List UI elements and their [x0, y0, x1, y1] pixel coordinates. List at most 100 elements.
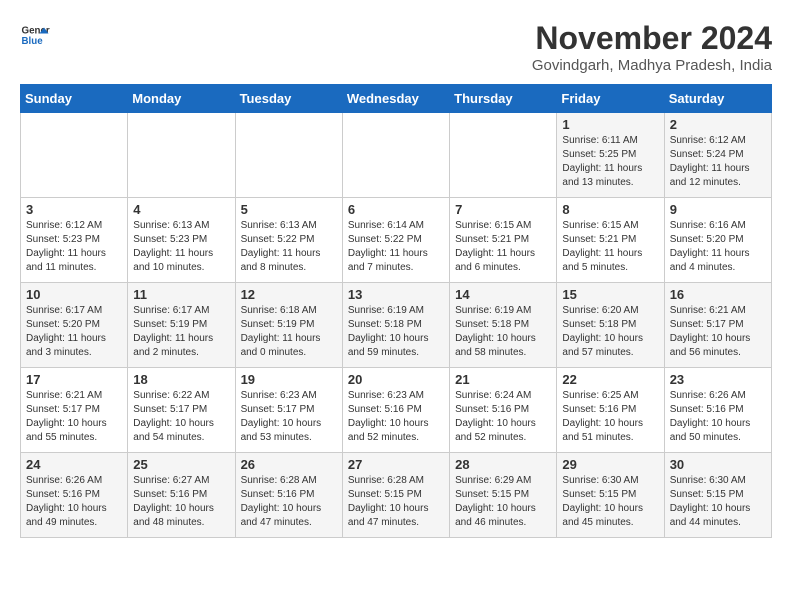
week-row-3: 10 Sunrise: 6:17 AM Sunset: 5:20 PM Dayli… [21, 283, 772, 368]
day-info: Sunrise: 6:19 AM Sunset: 5:18 PM Dayligh… [348, 304, 444, 360]
day-info: Sunrise: 6:18 AM Sunset: 5:19 PM Dayligh… [241, 304, 337, 360]
calendar-table: SundayMondayTuesdayWednesdayThursdayFrid… [20, 84, 772, 538]
day-cell: 2Sunrise: 6:12 AM Sunset: 5:24 PM Daylig… [664, 113, 771, 198]
day-info: Sunrise: 6:17 AM Sunset: 5:19 PM Dayligh… [133, 304, 229, 360]
day-cell: 14Sunrise: 6:19 AM Sunset: 5:18 PM Dayli… [450, 283, 557, 368]
day-info: Sunrise: 6:30 AM Sunset: 5:15 PM Dayligh… [562, 474, 658, 530]
day-cell: 15 Sunrise: 6:20 AM Sunset: 5:18 PM Dayli… [557, 283, 664, 368]
header-cell-wednesday: Wednesday [342, 85, 449, 113]
day-info: Sunrise: 6:15 AM Sunset: 5:21 PM Dayligh… [455, 219, 551, 275]
day-cell: 22Sunrise: 6:25 AM Sunset: 5:16 PM Dayli… [557, 368, 664, 453]
header-cell-thursday: Thursday [450, 85, 557, 113]
svg-text:Blue: Blue [22, 36, 44, 47]
day-cell [342, 113, 449, 198]
day-number: 21 [455, 372, 551, 387]
day-cell: 26 Sunrise: 6:28 AM Sunset: 5:16 PM Dayli… [235, 453, 342, 538]
day-number: 18 [133, 372, 229, 387]
day-number: 11 [133, 287, 229, 302]
day-cell: 12 Sunrise: 6:18 AM Sunset: 5:19 PM Dayli… [235, 283, 342, 368]
day-cell [21, 113, 128, 198]
day-info: Sunrise: 6:16 AM Sunset: 5:20 PM Dayligh… [670, 219, 766, 275]
day-number: 2 [670, 117, 766, 132]
day-info: Sunrise: 6:19 AM Sunset: 5:18 PM Dayligh… [455, 304, 551, 360]
day-number: 13 [348, 287, 444, 302]
day-cell: 1 Sunrise: 6:11 AM Sunset: 5:25 PM Daylig… [557, 113, 664, 198]
calendar-subtitle: Govindgarh, Madhya Pradesh, India [532, 57, 772, 74]
logo: General Blue [20, 20, 50, 50]
day-number: 10 [26, 287, 122, 302]
day-number: 4 [133, 202, 229, 217]
day-cell: 9Sunrise: 6:16 AM Sunset: 5:20 PM Daylig… [664, 198, 771, 283]
calendar-title: November 2024 [532, 20, 772, 57]
day-info: Sunrise: 6:30 AM Sunset: 5:15 PM Dayligh… [670, 474, 766, 530]
day-number: 29 [562, 457, 658, 472]
day-info: Sunrise: 6:21 AM Sunset: 5:17 PM Dayligh… [670, 304, 766, 360]
day-number: 1 [562, 117, 658, 132]
day-number: 25 [133, 457, 229, 472]
day-cell: 21Sunrise: 6:24 AM Sunset: 5:16 PM Dayli… [450, 368, 557, 453]
week-row-1: 1 Sunrise: 6:11 AM Sunset: 5:25 PM Daylig… [21, 113, 772, 198]
day-cell: 24 Sunrise: 6:26 AM Sunset: 5:16 PM Dayli… [21, 453, 128, 538]
day-cell: 16 Sunrise: 6:21 AM Sunset: 5:17 PM Dayli… [664, 283, 771, 368]
day-info: Sunrise: 6:28 AM Sunset: 5:16 PM Dayligh… [241, 474, 337, 530]
day-cell: 10 Sunrise: 6:17 AM Sunset: 5:20 PM Dayli… [21, 283, 128, 368]
day-cell: 17Sunrise: 6:21 AM Sunset: 5:17 PM Dayli… [21, 368, 128, 453]
day-cell: 28 Sunrise: 6:29 AM Sunset: 5:15 PM Dayli… [450, 453, 557, 538]
day-info: Sunrise: 6:20 AM Sunset: 5:18 PM Dayligh… [562, 304, 658, 360]
day-info: Sunrise: 6:14 AM Sunset: 5:22 PM Dayligh… [348, 219, 444, 275]
day-cell: 5Sunrise: 6:13 AM Sunset: 5:22 PM Daylig… [235, 198, 342, 283]
week-row-5: 24 Sunrise: 6:26 AM Sunset: 5:16 PM Dayli… [21, 453, 772, 538]
title-block: November 2024 Govindgarh, Madhya Pradesh… [532, 20, 772, 74]
day-cell [450, 113, 557, 198]
day-number: 27 [348, 457, 444, 472]
header-cell-tuesday: Tuesday [235, 85, 342, 113]
day-info: Sunrise: 6:23 AM Sunset: 5:17 PM Dayligh… [241, 389, 337, 445]
day-cell: 18 Sunrise: 6:22 AM Sunset: 5:17 PM Dayli… [128, 368, 235, 453]
week-row-2: 3 Sunrise: 6:12 AM Sunset: 5:23 PM Daylig… [21, 198, 772, 283]
day-number: 30 [670, 457, 766, 472]
day-number: 17 [26, 372, 122, 387]
day-info: Sunrise: 6:26 AM Sunset: 5:16 PM Dayligh… [26, 474, 122, 530]
day-number: 12 [241, 287, 337, 302]
header-row: SundayMondayTuesdayWednesdayThursdayFrid… [21, 85, 772, 113]
day-cell: 19 Sunrise: 6:23 AM Sunset: 5:17 PM Dayli… [235, 368, 342, 453]
day-cell: 29 Sunrise: 6:30 AM Sunset: 5:15 PM Dayli… [557, 453, 664, 538]
day-number: 26 [241, 457, 337, 472]
day-number: 24 [26, 457, 122, 472]
day-cell: 20 Sunrise: 6:23 AM Sunset: 5:16 PM Dayli… [342, 368, 449, 453]
day-info: Sunrise: 6:13 AM Sunset: 5:22 PM Dayligh… [241, 219, 337, 275]
day-info: Sunrise: 6:15 AM Sunset: 5:21 PM Dayligh… [562, 219, 658, 275]
day-info: Sunrise: 6:23 AM Sunset: 5:16 PM Dayligh… [348, 389, 444, 445]
day-number: 19 [241, 372, 337, 387]
day-info: Sunrise: 6:17 AM Sunset: 5:20 PM Dayligh… [26, 304, 122, 360]
day-cell: 27 Sunrise: 6:28 AM Sunset: 5:15 PM Dayli… [342, 453, 449, 538]
day-cell: 23Sunrise: 6:26 AM Sunset: 5:16 PM Dayli… [664, 368, 771, 453]
day-number: 28 [455, 457, 551, 472]
day-cell: 8 Sunrise: 6:15 AM Sunset: 5:21 PM Daylig… [557, 198, 664, 283]
day-info: Sunrise: 6:13 AM Sunset: 5:23 PM Dayligh… [133, 219, 229, 275]
week-row-4: 17Sunrise: 6:21 AM Sunset: 5:17 PM Dayli… [21, 368, 772, 453]
day-info: Sunrise: 6:29 AM Sunset: 5:15 PM Dayligh… [455, 474, 551, 530]
day-number: 16 [670, 287, 766, 302]
day-info: Sunrise: 6:11 AM Sunset: 5:25 PM Dayligh… [562, 134, 658, 190]
day-number: 3 [26, 202, 122, 217]
day-number: 6 [348, 202, 444, 217]
day-cell [235, 113, 342, 198]
day-info: Sunrise: 6:22 AM Sunset: 5:17 PM Dayligh… [133, 389, 229, 445]
day-cell: 25Sunrise: 6:27 AM Sunset: 5:16 PM Dayli… [128, 453, 235, 538]
day-info: Sunrise: 6:12 AM Sunset: 5:23 PM Dayligh… [26, 219, 122, 275]
day-number: 23 [670, 372, 766, 387]
header-cell-sunday: Sunday [21, 85, 128, 113]
day-cell: 30 Sunrise: 6:30 AM Sunset: 5:15 PM Dayli… [664, 453, 771, 538]
day-cell: 6 Sunrise: 6:14 AM Sunset: 5:22 PM Daylig… [342, 198, 449, 283]
day-number: 8 [562, 202, 658, 217]
day-cell: 4 Sunrise: 6:13 AM Sunset: 5:23 PM Daylig… [128, 198, 235, 283]
day-info: Sunrise: 6:28 AM Sunset: 5:15 PM Dayligh… [348, 474, 444, 530]
day-cell [128, 113, 235, 198]
logo-icon: General Blue [20, 20, 50, 50]
day-number: 20 [348, 372, 444, 387]
day-cell: 7 Sunrise: 6:15 AM Sunset: 5:21 PM Daylig… [450, 198, 557, 283]
day-info: Sunrise: 6:25 AM Sunset: 5:16 PM Dayligh… [562, 389, 658, 445]
day-number: 7 [455, 202, 551, 217]
day-number: 15 [562, 287, 658, 302]
